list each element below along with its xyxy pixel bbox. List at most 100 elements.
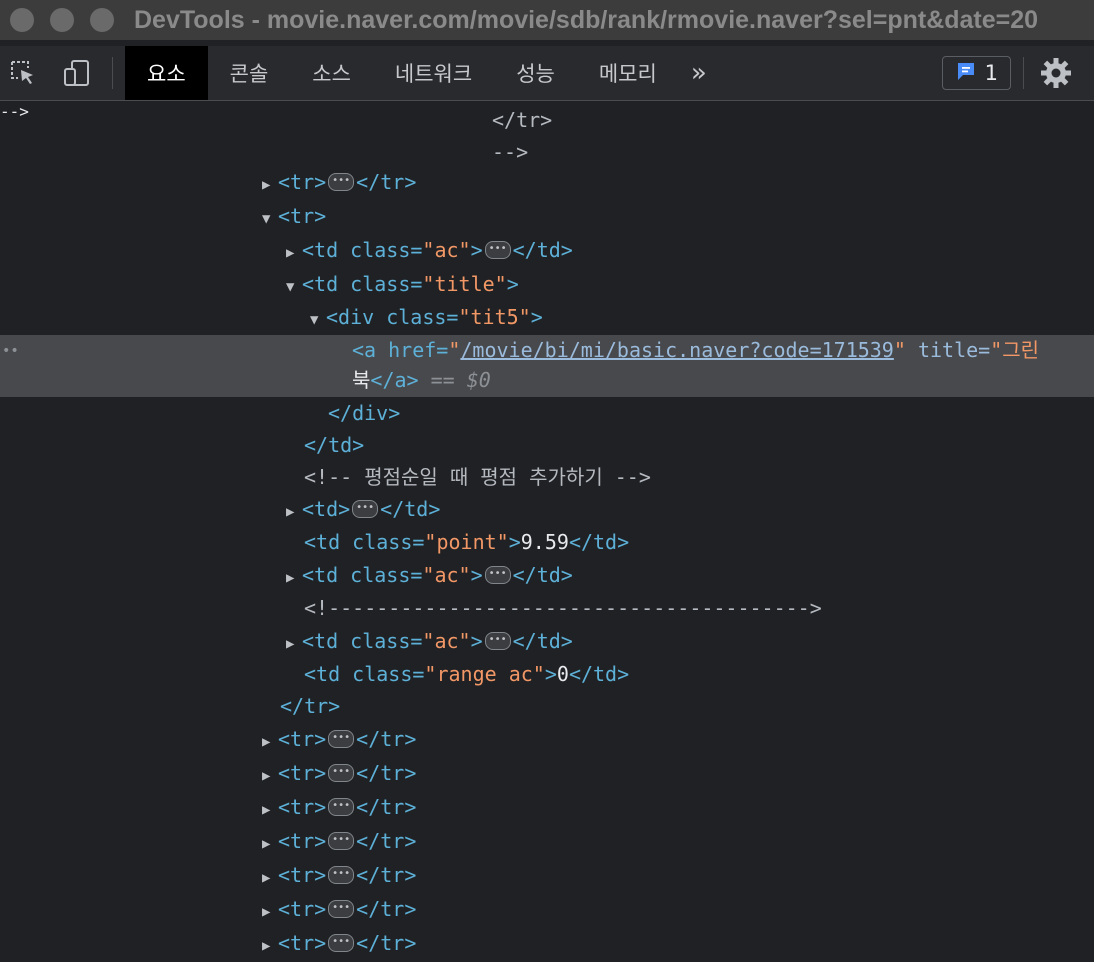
tag-close: </tr> [356, 897, 417, 921]
collapse-triangle-icon[interactable]: ▼ [262, 203, 278, 235]
dom-node-line[interactable]: </div> [0, 397, 1094, 429]
tab-sources[interactable]: 소스 [290, 46, 373, 100]
selected-dom-node[interactable]: •• <a href="/movie/bi/mi/basic.naver?cod… [0, 335, 1094, 397]
expand-triangle-icon[interactable]: ▶ [286, 562, 302, 594]
comment-text: </tr> [492, 108, 553, 132]
dom-node-line[interactable]: ▶ <tr> ••• </tr> [0, 859, 1094, 891]
tag-open: <tr> [278, 897, 327, 921]
devtools-toolbar: 요소 콘솔 소스 네트워크 성능 메모리 » 1 [0, 46, 1094, 101]
close-window-button[interactable] [10, 8, 34, 32]
dom-node-line[interactable]: ▶ <td class="ac"> ••• </td> [0, 234, 1094, 266]
dom-node-line[interactable]: <!-- 평점순일 때 평점 추가하기 --> [0, 461, 1094, 493]
ellipsis-icon[interactable]: ••• [328, 797, 355, 816]
expand-triangle-icon[interactable]: ▶ [286, 496, 302, 528]
tab-performance[interactable]: 성능 [494, 46, 577, 100]
href-link[interactable]: /movie/bi/mi/basic.naver?code=171539 [460, 338, 893, 362]
tag-open: <tr> [278, 863, 327, 887]
tab-memory[interactable]: 메모리 [577, 46, 679, 100]
expand-triangle-icon[interactable]: ▶ [262, 896, 278, 928]
dom-node-line[interactable]: ▶ <tr> ••• </tr> [0, 825, 1094, 857]
dom-node-line[interactable]: ▶ <tr> ••• </tr> [0, 723, 1094, 755]
tag-close: </td> [512, 238, 573, 262]
tag-close: </tr> [356, 863, 417, 887]
attr-value: "ac" [422, 629, 471, 653]
ellipsis-icon[interactable]: ••• [328, 172, 355, 191]
expand-triangle-icon[interactable]: ▶ [262, 828, 278, 860]
expand-triangle-icon[interactable]: ▶ [262, 930, 278, 962]
ellipsis-icon[interactable]: ••• [328, 763, 355, 782]
expand-triangle-icon[interactable]: ▶ [262, 794, 278, 826]
tag-close: </td> [512, 563, 573, 587]
ellipsis-icon[interactable]: ••• [484, 631, 511, 650]
tag-open: <a href= [352, 338, 449, 362]
ellipsis-icon[interactable]: ••• [328, 729, 355, 748]
attr-value: "ac" [422, 563, 471, 587]
tag-open: <tr> [278, 795, 327, 819]
ellipsis-icon[interactable]: ••• [328, 831, 355, 850]
dom-node-line[interactable]: <!--------------------------------------… [0, 592, 1094, 624]
tag-open: <tr> [278, 727, 327, 751]
comment-text: --> [492, 140, 529, 164]
inspect-element-icon[interactable] [6, 56, 40, 90]
dom-node-line[interactable]: <td class="range ac">0</td> [0, 658, 1094, 690]
ellipsis-icon[interactable]: ••• [328, 865, 355, 884]
expand-triangle-icon[interactable]: ▶ [286, 628, 302, 660]
expand-triangle-icon[interactable]: ▶ [286, 237, 302, 269]
tab-network[interactable]: 네트워크 [373, 46, 494, 100]
dom-node-line[interactable]: ▶ <td class="ac"> ••• </td> [0, 625, 1094, 657]
selected-marker: == $0 [430, 368, 491, 392]
dom-node-line[interactable]: ▶ <td class="ac"> ••• </td> [0, 559, 1094, 591]
collapse-triangle-icon[interactable]: ▼ [286, 271, 302, 303]
dom-node-line[interactable]: ▶ <tr> ••• </tr> [0, 757, 1094, 789]
tag-gt: > [506, 272, 519, 296]
issues-button[interactable]: 1 [941, 56, 1011, 90]
ellipsis-icon[interactable]: ••• [328, 933, 355, 952]
dom-node-line[interactable]: </tr> [0, 690, 1094, 722]
dom-node-line[interactable]: ▶ <tr> ••• </tr> [0, 166, 1094, 198]
toolbar-divider [1023, 57, 1024, 89]
anchor-text: 북 [352, 368, 371, 392]
dom-node-line[interactable]: ▼ <div class="tit5"> [0, 301, 1094, 333]
dom-node-line[interactable]: ▶ <tr> ••• </tr> [0, 791, 1094, 823]
expand-triangle-icon[interactable]: ▶ [262, 862, 278, 894]
tag-open: <tr> [278, 204, 327, 228]
collapse-triangle-icon[interactable]: ▼ [310, 304, 326, 336]
tag-close: </tr> [356, 795, 417, 819]
zoom-window-button[interactable] [90, 8, 114, 32]
tag-close: </td> [380, 497, 441, 521]
tag-gt: > [470, 629, 483, 653]
dom-node-line[interactable]: --> [0, 136, 1094, 168]
dom-node-line[interactable]: </tr> [0, 104, 1094, 136]
more-tabs-button[interactable]: » [679, 46, 719, 100]
dom-node-line[interactable]: ▶ <tr> ••• </tr> [0, 927, 1094, 959]
tab-console[interactable]: 콘솔 [208, 46, 291, 100]
dom-node-line[interactable]: ▼ <tr> [0, 200, 1094, 232]
device-toolbar-icon[interactable] [60, 56, 94, 90]
ellipsis-icon[interactable]: ••• [352, 499, 379, 518]
expand-triangle-icon[interactable]: ▶ [262, 760, 278, 792]
ellipsis-icon[interactable]: ••• [484, 565, 511, 584]
dom-node-line[interactable]: ▶ <tr> ••• </tr> [0, 893, 1094, 925]
tag-open: <tr> [278, 170, 327, 194]
tag-close: </div> [328, 401, 401, 425]
expand-triangle-icon[interactable]: ▶ [262, 169, 278, 201]
tag-open: <tr> [278, 931, 327, 955]
tag-open: <tr> [278, 761, 327, 785]
tag-open: <td> [302, 497, 351, 521]
tag-gt: > [470, 238, 483, 262]
message-icon [955, 60, 977, 87]
dom-node-line[interactable]: </td> [0, 429, 1094, 461]
ellipsis-icon[interactable]: ••• [484, 240, 511, 259]
dom-node-line[interactable]: ▼ <td class="title"> [0, 268, 1094, 300]
tab-elements[interactable]: 요소 [125, 46, 208, 100]
dom-node-line[interactable]: ▶ <td> ••• </td> [0, 493, 1094, 525]
tag-close: </td> [568, 530, 630, 554]
ellipsis-icon[interactable]: ••• [328, 899, 355, 918]
tag-gt: > [544, 662, 557, 686]
tag-close: </tr> [356, 170, 417, 194]
dom-node-line[interactable]: <td class="point">9.59</td> [0, 526, 1094, 558]
settings-gear-icon[interactable] [1034, 51, 1078, 95]
expand-triangle-icon[interactable]: ▶ [262, 726, 278, 758]
minimize-window-button[interactable] [50, 8, 74, 32]
attr-value: "range ac" [424, 662, 545, 686]
